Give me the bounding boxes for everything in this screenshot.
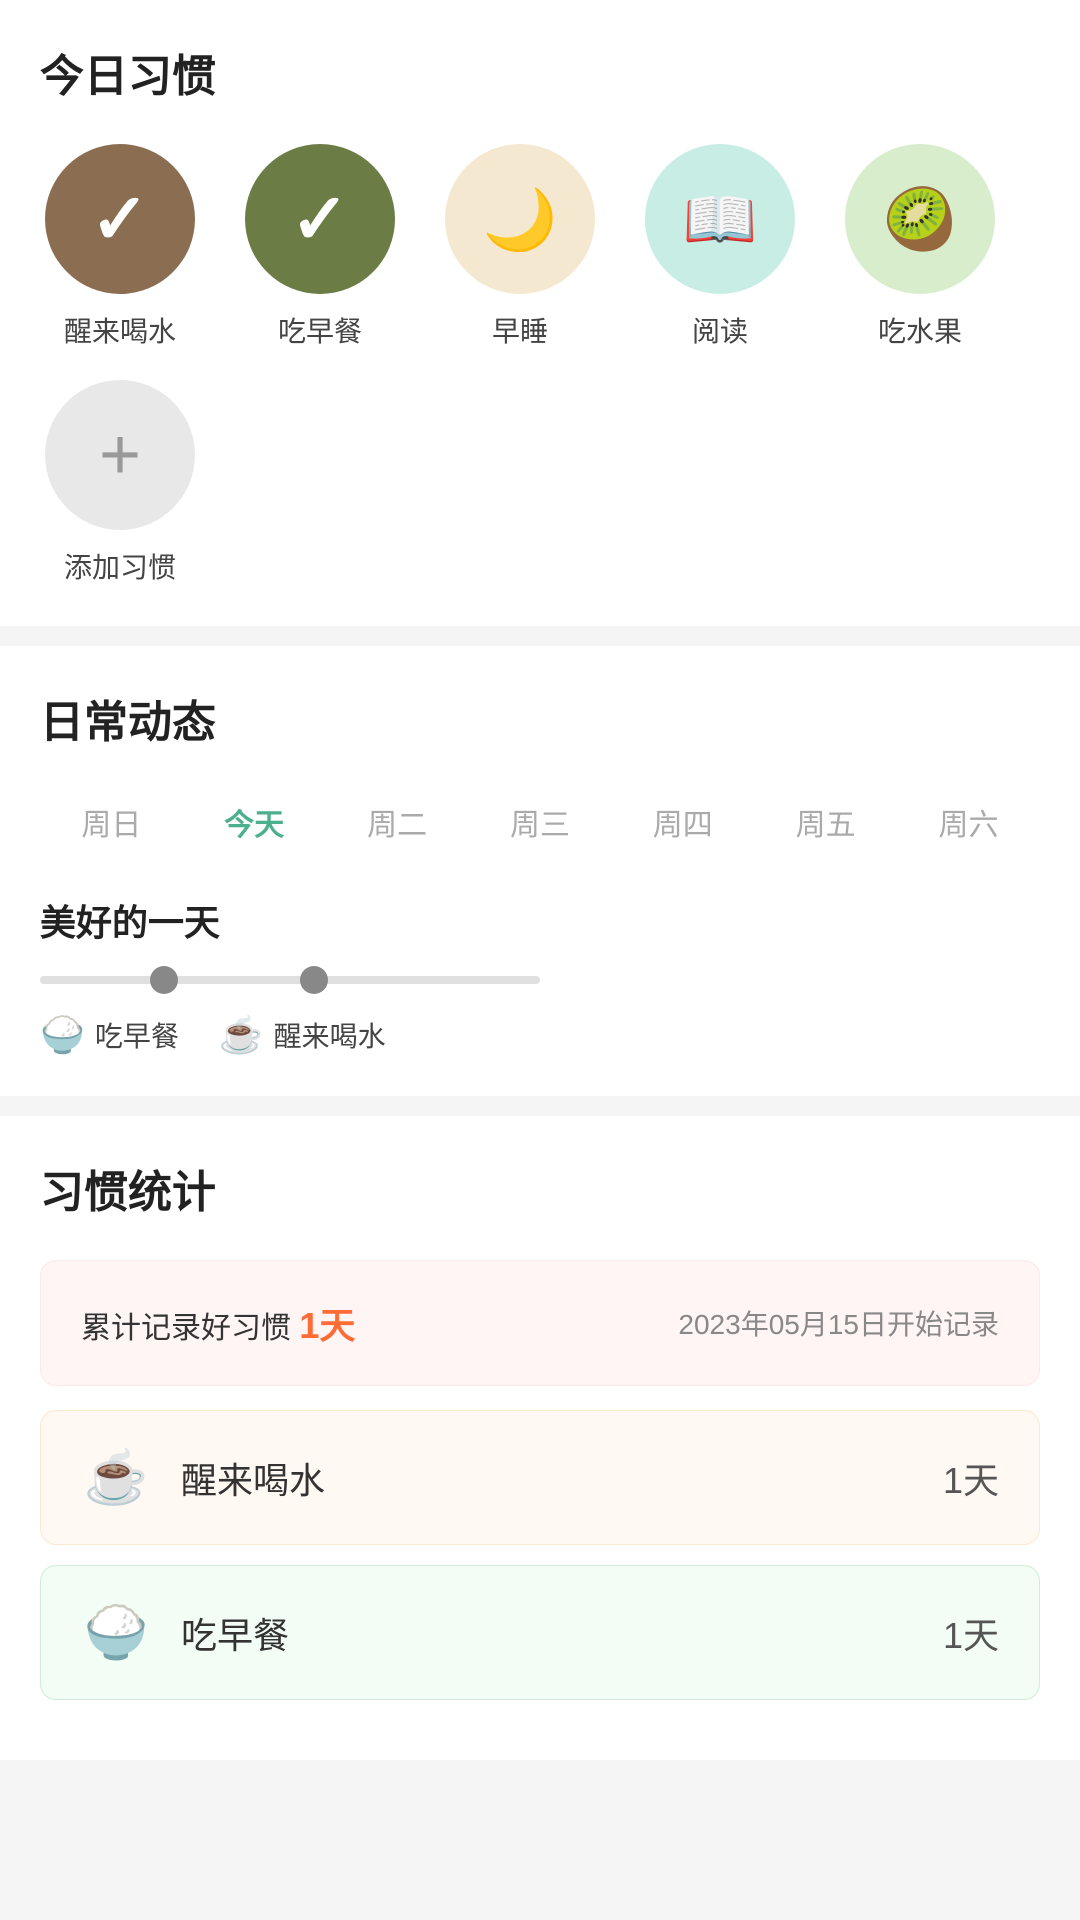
- habit-circle-early-sleep[interactable]: 🌙: [445, 144, 595, 294]
- habit-stat-drink-water-icon: ☕: [81, 1447, 151, 1508]
- tab-friday[interactable]: 周五: [796, 790, 856, 854]
- habit-stat-drink-water-name: 醒来喝水: [181, 1452, 943, 1504]
- timeline-breakfast-icon: 🍚: [40, 1014, 85, 1056]
- habit-label-eat-fruit: 吃水果: [878, 310, 962, 350]
- timeline-drink-water-label: 醒来喝水: [274, 1015, 386, 1055]
- habit-circle-reading[interactable]: 📖: [645, 144, 795, 294]
- tab-wednesday[interactable]: 周三: [510, 790, 570, 854]
- daily-section: 日常动态 周日 今天 周二 周三 周四 周五 周六 美好的一天 🍚 吃早餐 ☕ …: [0, 646, 1080, 1096]
- checkmark-drink-water: ✓: [91, 184, 150, 254]
- timeline-item-breakfast: 🍚 吃早餐: [40, 1014, 179, 1056]
- habit-circle-eat-fruit[interactable]: 🥝: [845, 144, 995, 294]
- tab-saturday[interactable]: 周六: [938, 790, 998, 854]
- mood-title: 美好的一天: [40, 894, 1040, 946]
- timeline-drink-water-icon: ☕: [219, 1014, 264, 1056]
- habits-section: 今日习惯 ✓ 醒来喝水 ✓ 吃早餐 🌙 早睡 📖: [0, 0, 1080, 626]
- habit-item-reading[interactable]: 📖 阅读: [640, 144, 800, 350]
- habit-label-early-sleep: 早睡: [492, 310, 548, 350]
- eat-fruit-icon: 🥝: [883, 184, 958, 255]
- habits-grid: ✓ 醒来喝水 ✓ 吃早餐 🌙 早睡 📖 阅读: [40, 144, 1040, 586]
- checkmark-breakfast: ✓: [291, 184, 350, 254]
- stats-title: 习惯统计: [40, 1156, 1040, 1220]
- stats-summary-date: 2023年05月15日开始记录: [678, 1303, 999, 1343]
- timeline-dot-1: [150, 966, 178, 994]
- habit-stat-breakfast-days: 1天: [943, 1607, 999, 1659]
- stats-summary-left: 累计记录好习惯 1天: [81, 1297, 355, 1349]
- habit-item-breakfast[interactable]: ✓ 吃早餐: [240, 144, 400, 350]
- reading-icon: 📖: [683, 184, 758, 255]
- habit-stat-breakfast-name: 吃早餐: [181, 1607, 943, 1659]
- timeline-items: 🍚 吃早餐 ☕ 醒来喝水: [40, 1014, 1040, 1056]
- stats-section: 习惯统计 累计记录好习惯 1天 2023年05月15日开始记录 ☕ 醒来喝水 1…: [0, 1116, 1080, 1760]
- stats-summary-count: 1天: [299, 1305, 355, 1346]
- add-habit-item[interactable]: + 添加习惯: [40, 380, 200, 586]
- stats-summary-card: 累计记录好习惯 1天 2023年05月15日开始记录: [40, 1260, 1040, 1386]
- add-habit-button[interactable]: +: [45, 380, 195, 530]
- habit-item-eat-fruit[interactable]: 🥝 吃水果: [840, 144, 1000, 350]
- tab-sunday[interactable]: 周日: [81, 790, 141, 854]
- habit-label-reading: 阅读: [692, 310, 748, 350]
- day-tabs: 周日 今天 周二 周三 周四 周五 周六: [40, 790, 1040, 854]
- add-habit-label: 添加习惯: [64, 546, 176, 586]
- tab-thursday[interactable]: 周四: [653, 790, 713, 854]
- habit-circle-breakfast[interactable]: ✓: [245, 144, 395, 294]
- habits-title: 今日习惯: [40, 40, 1040, 104]
- tab-tuesday[interactable]: 周二: [367, 790, 427, 854]
- timeline-breakfast-label: 吃早餐: [95, 1015, 179, 1055]
- habit-stat-row-drink-water: ☕ 醒来喝水 1天: [40, 1410, 1040, 1545]
- timeline-dot-2: [300, 966, 328, 994]
- habit-item-early-sleep[interactable]: 🌙 早睡: [440, 144, 600, 350]
- stats-summary-label: 累计记录好习惯: [81, 1312, 291, 1345]
- timeline-item-drink-water: ☕ 醒来喝水: [219, 1014, 386, 1056]
- habit-circle-drink-water[interactable]: ✓: [45, 144, 195, 294]
- habit-item-drink-water[interactable]: ✓ 醒来喝水: [40, 144, 200, 350]
- habit-stat-drink-water-days: 1天: [943, 1452, 999, 1504]
- habit-stat-row-breakfast: 🍚 吃早餐 1天: [40, 1565, 1040, 1700]
- timeline-line: [40, 976, 540, 984]
- tab-today[interactable]: 今天: [224, 790, 284, 854]
- daily-title: 日常动态: [40, 686, 1040, 750]
- plus-icon: +: [99, 414, 141, 496]
- habit-label-drink-water: 醒来喝水: [64, 310, 176, 350]
- habit-label-breakfast: 吃早餐: [278, 310, 362, 350]
- habit-stat-breakfast-icon: 🍚: [81, 1602, 151, 1663]
- early-sleep-icon: 🌙: [483, 184, 558, 255]
